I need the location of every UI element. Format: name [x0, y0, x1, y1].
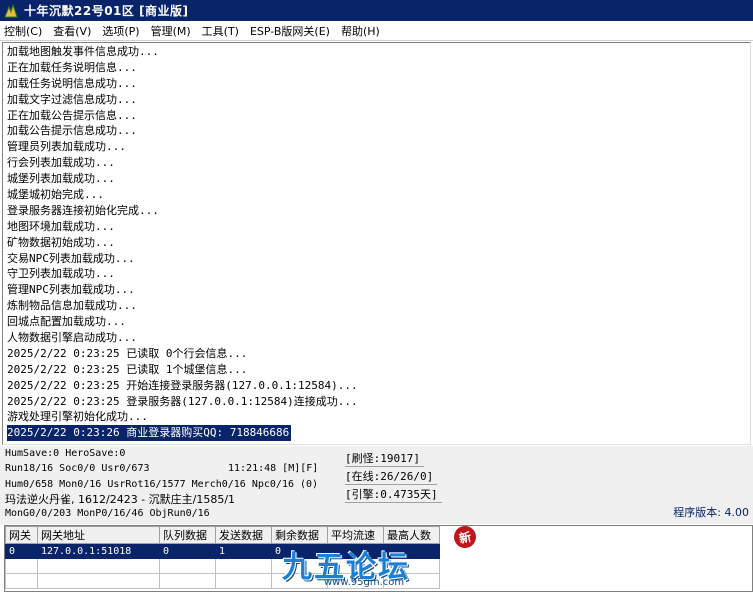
status-run: Run18/16 Soc0/0 Usr0/673	[5, 463, 150, 474]
table-row-empty	[5, 558, 440, 574]
log-line: 守卫列表加载成功...	[7, 267, 115, 281]
log-line: 管理员列表加载成功...	[7, 140, 126, 154]
log-line: 回城点配置加载成功...	[7, 315, 126, 329]
status-online: [在线:26/26/0]	[345, 468, 438, 485]
status-player: 玛法逆火丹雀, 1612/2423 - 沉默庄主/1585/1	[5, 493, 236, 506]
cell-gateway: 0	[5, 543, 38, 559]
log-line: 游戏处理引擎初始化成功...	[7, 410, 148, 424]
status-mon: MonG0/0/203 MonP0/16/46 ObjRun0/16	[5, 508, 210, 519]
status-hum-save: HumSave:0 HeroSave:0	[5, 448, 126, 459]
col-max-users[interactable]: 最高人数	[383, 526, 440, 544]
log-line: 矿物数据初始成功...	[7, 235, 115, 249]
title-bar: 十年沉默22号01区 [商业版]	[0, 0, 753, 21]
menu-view[interactable]: 查看(V)	[53, 23, 91, 39]
table-row[interactable]: 0 127.0.0.1:51018 0 1 0	[5, 543, 440, 559]
menu-options[interactable]: 选项(P)	[102, 23, 139, 39]
log-line: 加载公告提示信息成功...	[7, 124, 137, 138]
log-line: 交易NPC列表加载成功...	[7, 251, 135, 265]
col-queue[interactable]: 队列数据	[159, 526, 216, 544]
col-remaining[interactable]: 剩余数据	[271, 526, 328, 544]
log-line: 2025/2/22 0:23:25 登录服务器(127.0.0.1:12584)…	[7, 394, 358, 408]
log-line: 2025/2/22 0:23:25 已读取 1个城堡信息...	[7, 362, 248, 376]
log-line-selected[interactable]: 2025/2/22 0:23:26 商业登录器购买QQ: 718846686	[7, 425, 292, 442]
cell-address: 127.0.0.1:51018	[37, 543, 160, 559]
menu-control[interactable]: 控制(C)	[4, 23, 42, 39]
menu-esp-gateway[interactable]: ESP-B版网关(E)	[250, 23, 330, 39]
status-panel: HumSave:0 HeroSave:0 Run18/16 Soc0/0 Usr…	[0, 446, 753, 524]
status-refresh: [刷怪:19017]	[345, 450, 424, 467]
col-sent[interactable]: 发送数据	[215, 526, 272, 544]
cell-avg-speed	[327, 543, 384, 559]
col-gateway[interactable]: 网关	[5, 526, 38, 544]
log-line: 炼制物品信息加载成功...	[7, 299, 137, 313]
status-clock: 11:21:48 [M][F]	[228, 463, 319, 474]
col-gateway-address[interactable]: 网关地址	[37, 526, 160, 544]
log-line: 人物数据引擎启动成功...	[7, 331, 137, 345]
app-icon	[4, 2, 18, 18]
log-line: 正在加载公告提示信息...	[7, 108, 137, 122]
log-line: 城堡列表加载成功...	[7, 172, 115, 186]
menu-manage[interactable]: 管理(M)	[151, 23, 191, 39]
log-output[interactable]: 加载地图触发事件信息成功... 正在加载任务说明信息... 加载任务说明信息成功…	[2, 42, 751, 445]
menu-tools[interactable]: 工具(T)	[202, 23, 239, 39]
log-line: 行会列表加载成功...	[7, 156, 115, 170]
log-line: 加载文字过滤信息成功...	[7, 92, 137, 106]
menu-bar: 控制(C) 查看(V) 选项(P) 管理(M) 工具(T) ESP-B版网关(E…	[0, 21, 753, 41]
log-line: 加载地图触发事件信息成功...	[7, 45, 159, 58]
program-version: 程序版本: 4.00	[673, 506, 749, 519]
log-line: 城堡城初始完成...	[7, 188, 104, 202]
window-title: 十年沉默22号01区 [商业版]	[24, 4, 189, 18]
log-line: 2025/2/22 0:23:25 已读取 0个行会信息...	[7, 346, 248, 360]
col-avg-speed[interactable]: 平均流速	[327, 526, 384, 544]
log-line: 管理NPC列表加载成功...	[7, 283, 135, 297]
log-line: 地图环境加载成功...	[7, 219, 115, 233]
menu-help[interactable]: 帮助(H)	[341, 23, 380, 39]
status-hum: Hum0/658 Mon0/16 UsrRot16/1577 Merch0/16…	[5, 479, 319, 490]
cell-queue: 0	[159, 543, 216, 559]
table-row-empty	[5, 573, 440, 589]
log-line: 加载任务说明信息成功...	[7, 76, 137, 90]
log-line: 2025/2/22 0:23:25 开始连接登录服务器(127.0.0.1:12…	[7, 378, 358, 392]
cell-remaining: 0	[271, 543, 328, 559]
status-engine: [引擎:0.4735天]	[345, 486, 442, 503]
log-line: 正在加载任务说明信息...	[7, 60, 137, 74]
cell-max-users	[383, 543, 440, 559]
gateway-table[interactable]: 网关 网关地址 队列数据 发送数据 剩余数据 平均流速 最高人数 0 127.0…	[4, 525, 753, 592]
cell-sent: 1	[215, 543, 272, 559]
log-line: 登录服务器连接初始化完成...	[7, 203, 159, 217]
